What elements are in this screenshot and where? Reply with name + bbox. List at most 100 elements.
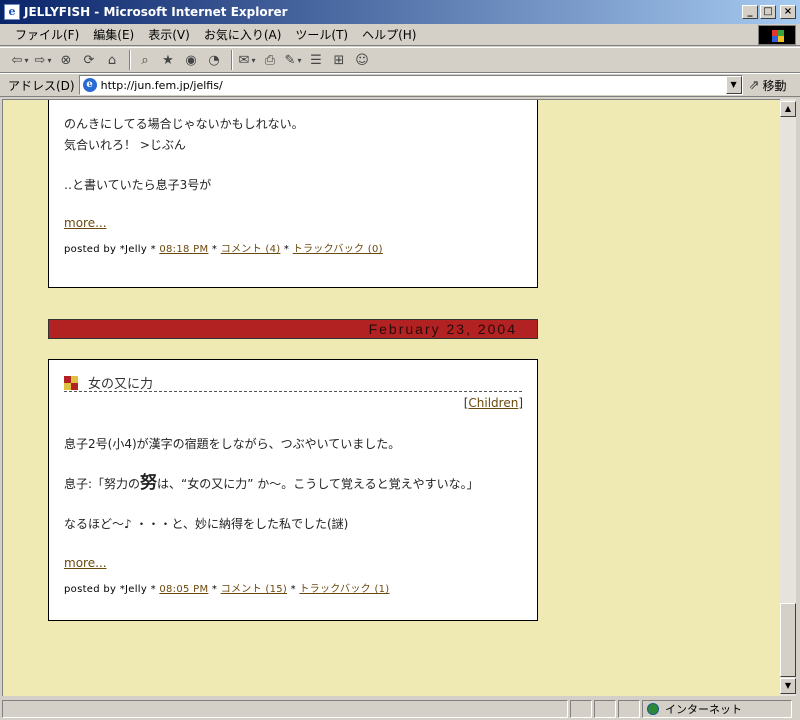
messenger-button[interactable]: ☺ bbox=[352, 50, 372, 70]
address-dropdown-button[interactable]: ▼ bbox=[725, 76, 742, 94]
entry-text-line: 気合いれろ！ >じぶん bbox=[64, 138, 186, 152]
category-bracket: ] bbox=[518, 396, 523, 410]
scroll-down-button[interactable]: ▼ bbox=[780, 678, 796, 694]
edit-icon: ✎ bbox=[284, 52, 296, 68]
menu-edit[interactable]: 編集(E) bbox=[86, 26, 141, 43]
more-link[interactable]: more... bbox=[64, 556, 107, 570]
title-bar: e JELLYFISH - Microsoft Internet Explore… bbox=[0, 0, 800, 24]
entry-text-line: ‥と書いていたら息子3号が bbox=[64, 178, 212, 192]
comments-link[interactable]: コメント (4) bbox=[221, 244, 281, 255]
category-tag: [Children] bbox=[464, 396, 523, 410]
posted-by-line: posted by *Jelly * 08:18 PM * コメント (4) *… bbox=[64, 240, 383, 255]
separator: * bbox=[208, 244, 221, 255]
home-icon: ⌂ bbox=[107, 52, 117, 68]
back-arrow-icon: ⇦ bbox=[11, 52, 23, 68]
vertical-scrollbar[interactable]: ▲ ▼ bbox=[780, 99, 796, 696]
blog-entry: 女の又に力 [Children] 息子2号(小4)が漢字の宿題をしながら、つぶや… bbox=[48, 359, 538, 621]
forward-button[interactable]: ⇨ ▾ bbox=[33, 50, 53, 70]
menu-favorites[interactable]: お気に入り(A) bbox=[197, 26, 289, 43]
window-title: JELLYFISH - Microsoft Internet Explorer bbox=[24, 5, 288, 19]
mail-button[interactable]: ✉ ▾ bbox=[237, 50, 257, 70]
forward-arrow-icon: ⇨ bbox=[34, 52, 46, 68]
ie-page-icon: e bbox=[4, 4, 20, 20]
emphasis-char: 努 bbox=[140, 473, 158, 493]
toolbar: ⇦ ▾ ⇨ ▾ ⊗ ⟳ ⌂ ⌕ ★ ◉ ◔ ✉ ▾ ⎙ ✎ ▾ ☰ ⊞ ☺ bbox=[0, 47, 800, 73]
search-icon: ⌕ bbox=[141, 52, 149, 68]
mail-icon: ✉ bbox=[238, 52, 250, 68]
entry-title-row: 女の又に力 bbox=[64, 374, 522, 392]
close-button[interactable]: × bbox=[780, 5, 796, 19]
separator: * bbox=[287, 584, 300, 595]
permalink-time[interactable]: 08:18 PM bbox=[159, 244, 208, 255]
trackback-link[interactable]: トラックバック (1) bbox=[299, 584, 389, 595]
comments-link[interactable]: コメント (15) bbox=[221, 584, 287, 595]
date-header: February 23, 2004 bbox=[48, 319, 538, 339]
go-label: 移動 bbox=[762, 78, 787, 93]
edit-button[interactable]: ✎ ▾ bbox=[283, 50, 303, 70]
status-progress-cell bbox=[570, 700, 592, 718]
ie-page-icon: e bbox=[82, 78, 97, 92]
menu-help[interactable]: ヘルプ(H) bbox=[355, 26, 423, 43]
category-link[interactable]: Children bbox=[468, 396, 518, 410]
research-button[interactable]: ⊞ bbox=[329, 50, 349, 70]
menu-bar: ファイル(F) 編集(E) 表示(V) お気に入り(A) ツール(T) ヘルプ(… bbox=[0, 24, 800, 46]
stop-icon: ⊗ bbox=[60, 52, 72, 68]
entry-text-line: 息子:「努力の努は、“女の又に力” か～。こうして覚えると覚えやすいな。」 bbox=[64, 473, 479, 494]
menu-file[interactable]: ファイル(F) bbox=[8, 26, 86, 43]
search-button[interactable]: ⌕ bbox=[135, 50, 155, 70]
status-bar: インターネット bbox=[0, 698, 800, 720]
stop-button[interactable]: ⊗ bbox=[56, 50, 76, 70]
windows-logo-icon bbox=[758, 25, 796, 45]
address-field[interactable]: e ▼ bbox=[78, 75, 743, 95]
menu-view[interactable]: 表示(V) bbox=[141, 26, 197, 43]
print-button[interactable]: ⎙ bbox=[260, 50, 280, 70]
permalink-time[interactable]: 08:05 PM bbox=[159, 584, 208, 595]
address-input[interactable] bbox=[100, 77, 726, 93]
discuss-icon: ☰ bbox=[310, 52, 322, 68]
address-label: アドレス(D) bbox=[8, 78, 75, 93]
separator: * bbox=[280, 244, 293, 255]
globe-icon bbox=[647, 703, 659, 715]
print-icon: ⎙ bbox=[264, 52, 276, 68]
scroll-up-button[interactable]: ▲ bbox=[780, 101, 796, 117]
messenger-icon: ☺ bbox=[355, 52, 369, 68]
entry-text-part: は、“女の又に力” か～。こうして覚えると覚えやすいな。」 bbox=[157, 477, 479, 491]
entry-text-line: のんきにしてる場合じゃないかもしれない。 bbox=[64, 117, 304, 131]
refresh-icon: ⟳ bbox=[83, 52, 95, 68]
address-bar: アドレス(D) e ▼ ⇗ 移動 bbox=[0, 73, 800, 97]
entry-text-line: 息子2号(小4)が漢字の宿題をしながら、つぶやいていました。 bbox=[64, 437, 401, 451]
home-button[interactable]: ⌂ bbox=[102, 50, 122, 70]
media-icon: ◉ bbox=[185, 52, 197, 68]
separator: * bbox=[208, 584, 221, 595]
favorites-icon: ★ bbox=[162, 52, 174, 68]
posted-by-label: posted by *Jelly * bbox=[64, 584, 160, 595]
discuss-button[interactable]: ☰ bbox=[306, 50, 326, 70]
go-button[interactable]: ⇗ 移動 bbox=[749, 77, 787, 94]
blog-entry: のんきにしてる場合じゃないかもしれない。 気合いれろ！ >じぶん ‥と書いていた… bbox=[48, 100, 538, 288]
menu-tools[interactable]: ツール(T) bbox=[288, 26, 355, 43]
entry-title: 女の又に力 bbox=[88, 377, 154, 392]
security-zone: インターネット bbox=[642, 700, 792, 718]
research-icon: ⊞ bbox=[333, 52, 345, 68]
history-button[interactable]: ◔ bbox=[204, 50, 224, 70]
toolbar-separator bbox=[231, 50, 233, 70]
media-button[interactable]: ◉ bbox=[181, 50, 201, 70]
entry-text-part: 息子:「努力の bbox=[64, 477, 141, 491]
zone-label: インターネット bbox=[665, 703, 742, 716]
back-button[interactable]: ⇦ ▾ bbox=[10, 50, 30, 70]
trackback-link[interactable]: トラックバック (0) bbox=[293, 244, 383, 255]
favorites-button[interactable]: ★ bbox=[158, 50, 178, 70]
status-lock-cell bbox=[594, 700, 616, 718]
minimize-button[interactable]: _ bbox=[742, 5, 758, 19]
go-arrow-icon: ⇗ bbox=[748, 77, 760, 93]
scroll-thumb[interactable] bbox=[780, 603, 796, 677]
posted-by-line: posted by *Jelly * 08:05 PM * コメント (15) … bbox=[64, 580, 390, 595]
maximize-button[interactable]: □ bbox=[760, 5, 776, 19]
toolbar-separator bbox=[129, 50, 131, 70]
entry-text-line: なるほど～♪ ・・・と、妙に納得をした私でした(謎) bbox=[64, 517, 349, 531]
more-link[interactable]: more... bbox=[64, 216, 107, 230]
refresh-button[interactable]: ⟳ bbox=[79, 50, 99, 70]
page-content: のんきにしてる場合じゃないかもしれない。 気合いれろ！ >じぶん ‥と書いていた… bbox=[2, 99, 780, 696]
status-text-cell bbox=[2, 700, 568, 718]
status-offline-cell bbox=[618, 700, 640, 718]
